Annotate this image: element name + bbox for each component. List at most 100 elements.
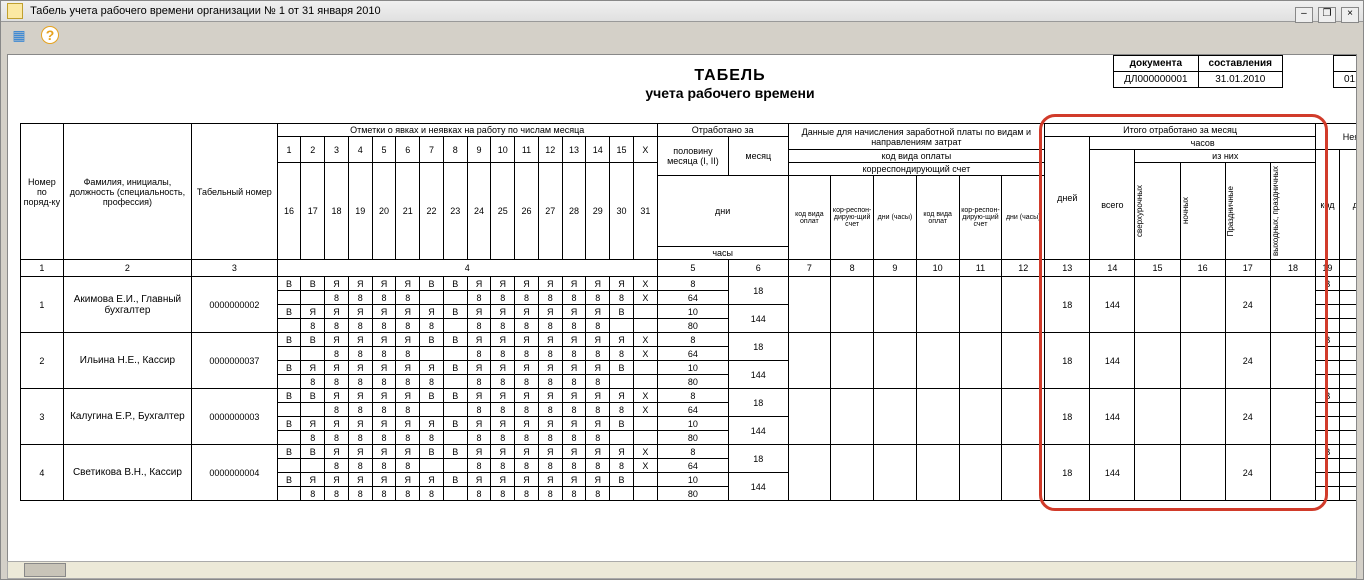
mark-cell: Я [515,445,539,459]
sheet: документа составления с ДЛ000000001 31.0… [8,55,1357,521]
hour-cell: 8 [325,375,349,389]
overtime-cell [1135,445,1180,501]
hdr-abs-days: дни (часы) [1339,150,1357,260]
abs-code: В [1316,445,1340,459]
mark-cell: В [443,305,467,319]
abs-days: 13 (104) [1339,389,1357,403]
hour-cell: 8 [491,487,515,501]
mark-cell: X [633,277,657,291]
colnum: 7 [788,260,831,277]
hour-cell: 8 [325,319,349,333]
close-button[interactable]: × [1341,7,1359,23]
hour-cell: 8 [372,459,396,473]
hour-cell [277,347,301,361]
holiday-cell: 24 [1225,333,1270,389]
mark-cell: Я [610,389,634,403]
hdr-day: 21 [396,163,420,260]
mark-cell: X [633,445,657,459]
hour-cell: 8 [586,431,610,445]
mark-cell: Я [562,389,586,403]
half-days2: 10 [657,473,728,487]
abs-days [1339,361,1357,375]
meta-comp-date: 31.01.2010 [1198,72,1282,88]
mark-cell: Я [491,389,515,403]
help-button[interactable]: ? [38,25,62,47]
mark-cell: Я [586,305,610,319]
hour-cell: 8 [538,347,562,361]
meta-from-date: 01.01.2010 [1333,72,1357,88]
mark-cell: Я [348,305,372,319]
mark-cell: Я [538,305,562,319]
hour-cell: 8 [396,375,420,389]
cell-num: 1 [21,277,64,333]
total-hours: 144 [1090,333,1135,389]
half-days: 8 [657,277,728,291]
colnum: 20 [1339,260,1357,277]
hour-cell: 8 [467,459,491,473]
minimize-button[interactable]: – [1295,7,1313,23]
hour-cell: 8 [538,431,562,445]
half-hours2: 80 [657,487,728,501]
hour-cell: 8 [515,459,539,473]
hdr-day: 12 [538,137,562,163]
abs-code [1316,347,1340,361]
hour-cell: 8 [562,347,586,361]
mark-cell: Я [325,361,349,375]
abs-days [1339,347,1357,361]
hour-cell: 8 [491,459,515,473]
mark-cell: В [301,277,325,291]
mark-cell: Я [538,333,562,347]
mark-cell: Я [372,333,396,347]
pay-cell [874,389,917,445]
hour-cell: 8 [396,403,420,417]
hdr-paycode: код вида оплаты [788,150,1045,163]
meta-from-label: с [1333,56,1357,72]
hour-cell: 8 [348,431,372,445]
hdr-days: дни [657,176,788,247]
mark-cell: Я [396,361,420,375]
hour-cell [633,319,657,333]
hour-cell [420,459,444,473]
hdr-tdays: дней [1045,137,1090,260]
mark-cell: X [633,389,657,403]
hdr-day: 29 [586,163,610,260]
pay-cell [874,445,917,501]
maximize-button[interactable]: ❐ [1318,7,1336,23]
mark-cell: Я [491,305,515,319]
overtime-cell [1135,333,1180,389]
abs-days [1339,305,1357,319]
hdr-payroll: Данные для начисления заработной платы п… [788,124,1045,150]
weekend-cell [1270,277,1315,333]
document-viewport[interactable]: документа составления с ДЛ000000001 31.0… [7,54,1357,576]
mark-cell: Я [420,305,444,319]
pay-cell [831,445,874,501]
hdr-day: 10 [491,137,515,163]
colnum: 11 [959,260,1002,277]
half-days: 8 [657,445,728,459]
abs-code: В [1316,333,1340,347]
scrollbar-thumb[interactable] [24,563,66,577]
half-hours: 64 [657,347,728,361]
hour-cell: 8 [396,291,420,305]
hour-cell [610,319,634,333]
mark-cell: Я [467,361,491,375]
abs-code [1316,291,1340,305]
hour-cell: 8 [538,375,562,389]
hour-cell [633,375,657,389]
grid-button[interactable]: ▦ [7,24,31,46]
horizontal-scrollbar[interactable] [7,561,1357,579]
hdr-day: 3 [325,137,349,163]
hour-cell: 8 [396,319,420,333]
hdr-hours2: часы [657,247,788,260]
mark-cell: В [277,277,301,291]
half-hours: 64 [657,403,728,417]
cell-name: Калугина Е.Р., Бухгалтер [63,389,191,445]
hour-cell: 8 [348,291,372,305]
colnum: 17 [1225,260,1270,277]
mark-cell: Я [515,305,539,319]
meta-doc-no: ДЛ000000001 [1114,72,1198,88]
pay-cell [959,445,1002,501]
mark-cell: В [301,445,325,459]
mark-cell: Я [467,305,491,319]
mark-cell [633,417,657,431]
